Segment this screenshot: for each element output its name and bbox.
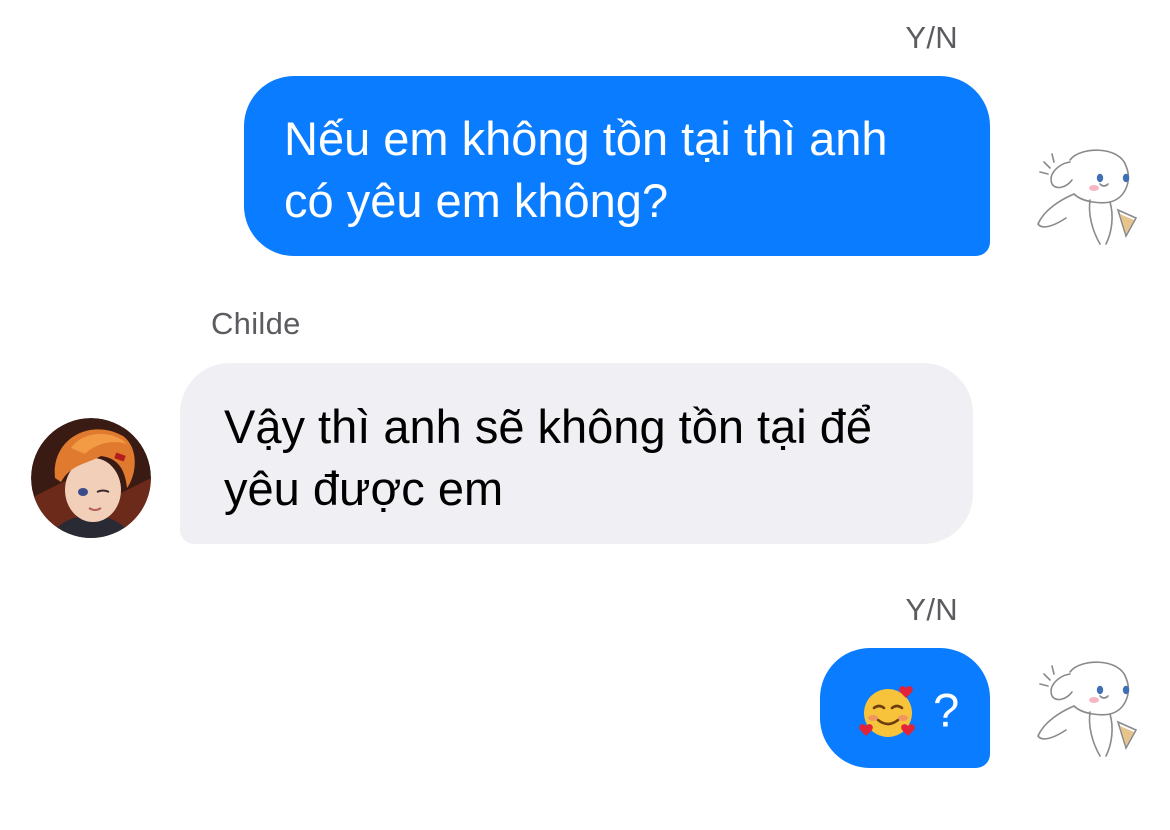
- message-bubble-outgoing[interactable]: ?: [820, 648, 990, 768]
- message-bubble-outgoing[interactable]: Nếu em không tồn tại thì anh có yêu em k…: [244, 76, 990, 256]
- cinnamoroll-sticker-icon: [1037, 149, 1138, 245]
- sender-name-yn: Y/N: [905, 592, 958, 627]
- smiling-face-with-hearts-icon: [859, 685, 915, 737]
- chat-thread: Y/N Nếu em không tồn tại thì anh có yêu …: [0, 0, 1170, 830]
- cinnamoroll-sticker-icon: [1037, 661, 1138, 757]
- message-text: Nếu em không tồn tại thì anh có yêu em k…: [284, 112, 888, 227]
- sender-name-yn: Y/N: [905, 20, 958, 55]
- message-text: ?: [933, 683, 960, 737]
- sender-name-childe: Childe: [211, 306, 301, 341]
- childe-avatar[interactable]: [31, 418, 151, 538]
- message-bubble-incoming[interactable]: Vậy thì anh sẽ không tồn tại để yêu được…: [180, 363, 973, 544]
- message-text: Vậy thì anh sẽ không tồn tại để yêu được…: [224, 400, 873, 515]
